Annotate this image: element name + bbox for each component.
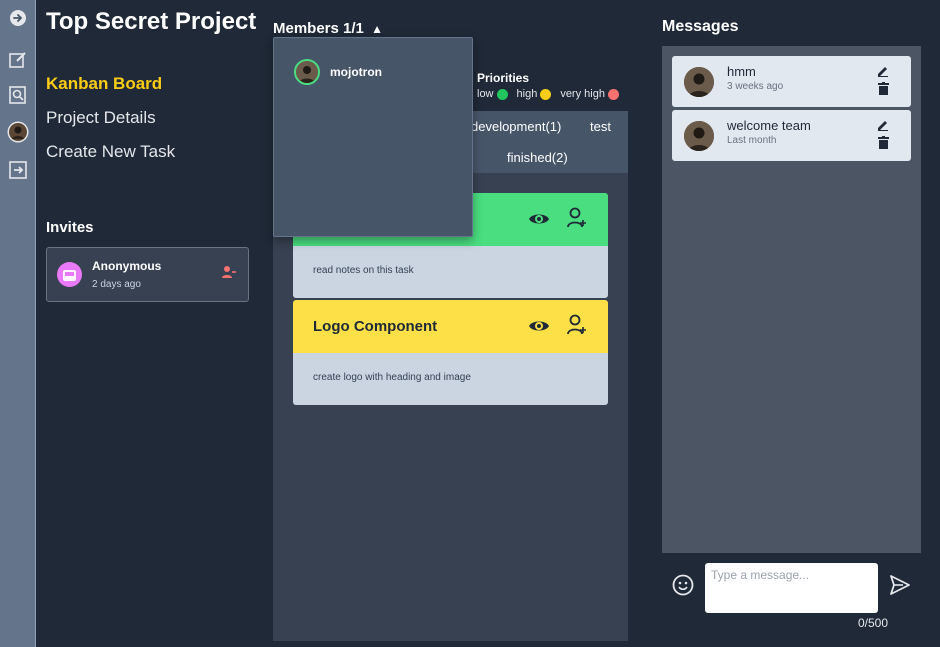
members-toggle[interactable]: Members 1/1 ▲: [273, 20, 383, 37]
nav-kanban-board[interactable]: Kanban Board: [46, 74, 162, 94]
members-dropdown: mojotron: [273, 37, 473, 237]
trash-icon[interactable]: [878, 136, 889, 154]
eye-icon[interactable]: [528, 315, 550, 342]
expand-arrow-icon[interactable]: [7, 7, 29, 29]
member-name[interactable]: mojotron: [330, 65, 382, 79]
task-description: read notes on this task: [313, 265, 414, 276]
prio-high-label: high: [516, 88, 538, 100]
logout-icon[interactable]: [7, 159, 29, 181]
message-item: welcome team Last month: [672, 110, 911, 161]
nav-create-task[interactable]: Create New Task: [46, 142, 175, 162]
task-body: create logo with heading and image: [293, 353, 608, 405]
side-rail: [0, 0, 36, 647]
messages-heading: Messages: [662, 18, 739, 35]
prio-very-high-label: very high: [560, 88, 605, 100]
prio-high-dot: [540, 88, 552, 100]
message-input[interactable]: [705, 563, 878, 613]
message-time: 3 weeks ago: [727, 81, 784, 92]
task-title: Logo Component: [313, 318, 438, 335]
prio-low-label: low: [477, 88, 494, 100]
message-avatar: [684, 67, 714, 97]
member-avatar[interactable]: [294, 59, 320, 85]
assign-user-icon[interactable]: [567, 314, 587, 341]
task-body: read notes on this task: [293, 246, 608, 298]
message-text: hmm: [727, 64, 756, 79]
message-time: Last month: [727, 135, 777, 146]
invites-heading: Invites: [46, 219, 94, 236]
send-icon[interactable]: [889, 574, 911, 601]
task-header: Logo Component: [293, 300, 608, 353]
user-avatar-icon[interactable]: [7, 121, 29, 143]
invite-name: Anonymous: [92, 259, 162, 273]
message-avatar: [684, 121, 714, 151]
status-test[interactable]: test: [590, 119, 611, 134]
project-title: Top Secret Project: [46, 8, 257, 35]
message-text: welcome team: [727, 118, 811, 133]
assign-user-icon[interactable]: [567, 207, 587, 234]
members-heading: Members 1/1: [273, 20, 364, 37]
caret-up-icon: ▲: [371, 22, 383, 36]
pencil-icon[interactable]: [877, 64, 889, 82]
pencil-icon[interactable]: [877, 118, 889, 136]
prio-low-dot: [496, 88, 508, 100]
message-item: hmm 3 weeks ago: [672, 56, 911, 107]
nav-project-details[interactable]: Project Details: [46, 108, 156, 128]
char-count: 0/500: [858, 616, 889, 630]
invite-time: 2 days ago: [92, 279, 141, 290]
anonymous-avatar-icon: [57, 262, 82, 287]
trash-icon[interactable]: [878, 82, 889, 100]
eye-icon[interactable]: [528, 208, 550, 235]
priorities-legend: low high very high: [477, 88, 619, 100]
status-finished[interactable]: finished(2): [507, 150, 568, 165]
status-development[interactable]: development(1): [471, 119, 561, 134]
task-card[interactable]: Logo Component create logo with heading …: [293, 300, 608, 405]
emoji-icon[interactable]: [672, 574, 694, 601]
remove-user-icon[interactable]: [221, 264, 237, 285]
edit-note-icon[interactable]: [7, 48, 29, 70]
task-description: create logo with heading and image: [313, 372, 471, 383]
search-doc-icon[interactable]: [7, 84, 29, 106]
priorities-heading: Priorities: [477, 71, 530, 85]
prio-very-high-dot: [607, 88, 619, 100]
invite-card: Anonymous 2 days ago: [46, 247, 249, 302]
